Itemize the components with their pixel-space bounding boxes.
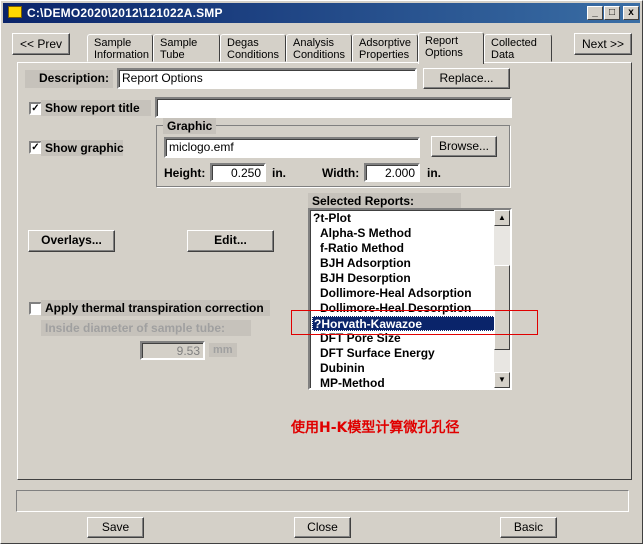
maximize-button[interactable]: □	[604, 6, 620, 20]
graphic-file-field[interactable]: miclogo.emf	[164, 137, 420, 158]
description-field[interactable]: Report Options	[117, 68, 417, 89]
show-graphic-label: Show graphic	[41, 140, 124, 156]
close-button[interactable]: Close	[294, 517, 351, 538]
status-bar	[16, 490, 629, 512]
annotation-text: 使用H-K模型计算微孔孔径	[291, 420, 460, 436]
browse-button[interactable]: Browse...	[431, 136, 497, 157]
app-folder-icon	[8, 6, 22, 18]
basic-button[interactable]: Basic	[500, 517, 557, 538]
thermal-transpiration-label: Apply thermal transpiration correction	[41, 300, 270, 316]
reports-scrollbar[interactable]: ▲ ▼	[494, 210, 510, 388]
tab-degas-conditions[interactable]: Degas Conditions	[220, 34, 286, 62]
edit-button[interactable]: Edit...	[187, 230, 274, 252]
graphic-group-label: Graphic	[163, 118, 217, 134]
tab-analysis-conditions[interactable]: Analysis Conditions	[286, 34, 352, 62]
tab-sample-tube[interactable]: Sample Tube	[153, 34, 220, 62]
report-list-item[interactable]: BJH Desorption	[312, 271, 496, 286]
width-field[interactable]: 2.000	[364, 163, 420, 182]
prev-button[interactable]: << Prev	[12, 33, 70, 55]
report-list-item[interactable]: Dubinin	[312, 361, 496, 376]
height-unit: in.	[272, 166, 286, 180]
report-list-item[interactable]: Dollimore-Heal Adsorption	[312, 286, 496, 301]
main-window: C:\DEMO2020\2012\121022A.SMP _ □ x << Pr…	[0, 0, 643, 544]
next-button[interactable]: Next >>	[574, 33, 632, 55]
annotation-highlight-box	[291, 310, 538, 335]
tab-collected-data[interactable]: Collected Data	[484, 34, 552, 62]
replace-button[interactable]: Replace...	[423, 68, 510, 89]
report-list-item[interactable]: DFT Surface Energy	[312, 346, 496, 361]
report-title-field[interactable]	[155, 97, 512, 118]
height-field[interactable]: 0.250	[210, 163, 266, 182]
report-list-item[interactable]: MP-Method	[312, 376, 496, 388]
minimize-button[interactable]: _	[587, 6, 603, 20]
tab-sample-information[interactable]: Sample Information	[87, 34, 153, 62]
diameter-unit: mm	[209, 343, 237, 357]
scroll-up-arrow-icon[interactable]: ▲	[494, 210, 510, 226]
close-window-button[interactable]: x	[623, 6, 639, 20]
scroll-thumb[interactable]	[494, 265, 510, 350]
width-unit: in.	[427, 166, 441, 180]
height-label: Height:	[164, 166, 206, 180]
report-list-item[interactable]: Alpha-S Method	[312, 226, 496, 241]
report-list-item[interactable]: ?t-Plot	[312, 211, 496, 226]
overlays-button[interactable]: Overlays...	[28, 230, 115, 252]
tab-adsorptive-properties[interactable]: Adsorptive Properties	[352, 34, 418, 62]
save-button[interactable]: Save	[87, 517, 144, 538]
description-label: Description:	[25, 70, 113, 88]
width-label: Width:	[322, 166, 360, 180]
show-report-title-label: Show report title	[41, 100, 151, 116]
report-list-item[interactable]: f-Ratio Method	[312, 241, 496, 256]
window-title: C:\DEMO2020\2012\121022A.SMP	[27, 6, 223, 20]
inside-diameter-field[interactable]: 9.53	[140, 341, 205, 360]
tab-report-options[interactable]: Report Options	[418, 32, 484, 64]
selected-reports-list[interactable]: ?t-Plot Alpha-S Method f-Ratio Method BJH A…	[308, 208, 512, 390]
inside-diameter-label: Inside diameter of sample tube:	[41, 320, 251, 336]
title-bar: C:\DEMO2020\2012\121022A.SMP _ □ x	[3, 3, 640, 23]
report-list-item[interactable]: BJH Adsorption	[312, 256, 496, 271]
scroll-down-arrow-icon[interactable]: ▼	[494, 372, 510, 388]
selected-reports-label: Selected Reports:	[308, 193, 461, 209]
